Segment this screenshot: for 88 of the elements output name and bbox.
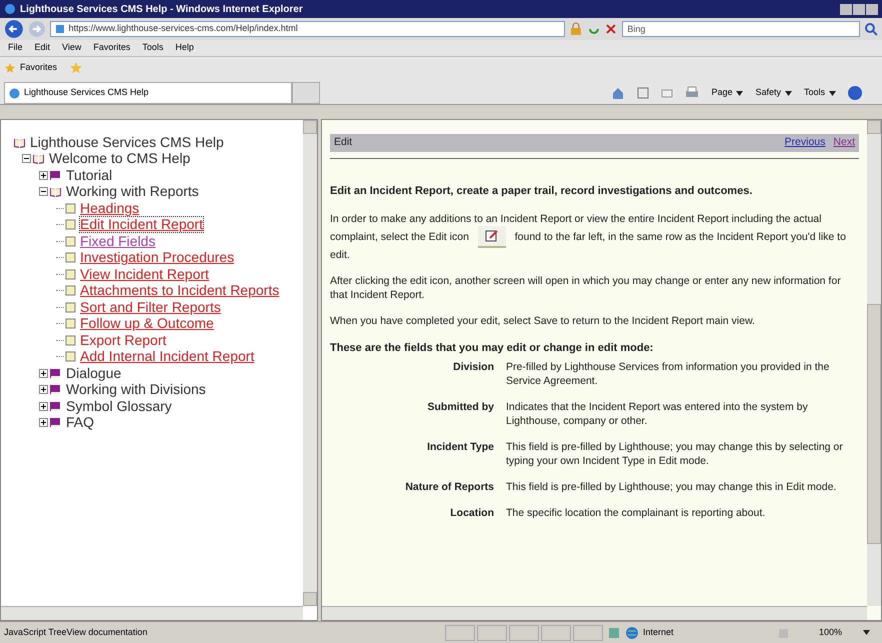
field-description: This field is pre-filled by Lighthouse; you may change this by selecting or typing your own Incident Type in Edit mode. [506, 440, 844, 468]
menu-item[interactable]: File [8, 41, 23, 55]
dropdown-icon[interactable] [829, 90, 836, 96]
command-menu[interactable]: Page [711, 86, 732, 100]
menu-item[interactable]: View [62, 41, 82, 55]
book-icon [49, 170, 62, 181]
tree-link[interactable]: Attachments to Incident Reports [80, 283, 280, 298]
status-pane [541, 624, 571, 640]
dropdown-icon[interactable] [784, 90, 792, 96]
address-field[interactable]: https://www.lighthouse-services-cms.com/Help/index.html [50, 21, 565, 37]
status-text: JavaScript TreeView documentation [4, 626, 148, 639]
field-label: Division [452, 360, 494, 375]
close-icon[interactable] [604, 22, 618, 36]
search-icon[interactable] [864, 22, 878, 36]
maximize-button[interactable] [853, 4, 865, 14]
menu-item[interactable]: Edit [34, 41, 50, 55]
tree-link[interactable]: Add Internal Incident Report [80, 349, 254, 364]
field-label: Nature of Reports [404, 480, 494, 494]
command-menu[interactable]: Safety [755, 86, 781, 100]
field-label: Submitted by [426, 400, 494, 415]
tree-link[interactable]: Sort and Filter Reports [80, 300, 221, 315]
printer-icon[interactable] [685, 86, 700, 100]
feed-icon[interactable] [637, 87, 650, 99]
tree-link[interactable]: Edit Incident Report [80, 217, 203, 232]
horizontal-scrollbar[interactable] [1, 606, 303, 620]
tree-link[interactable]: Headings [80, 200, 140, 216]
status-pane [509, 624, 539, 640]
lock-icon[interactable] [568, 22, 583, 36]
open-book-icon [49, 186, 62, 198]
tree-link[interactable]: Investigation Procedures [80, 250, 234, 266]
tree-item[interactable]: Symbol Glossary [66, 396, 172, 417]
field-label: Location [449, 506, 494, 520]
status-pane [445, 624, 475, 640]
command-menu[interactable]: Tools [804, 86, 825, 100]
favorites-button[interactable]: Favorites [20, 61, 58, 75]
vertical-scrollbar[interactable] [867, 120, 881, 606]
home-icon[interactable] [611, 86, 626, 100]
field-description: Pre-filled by Lighthouse Services from information you provided in the Service Agreement. [506, 360, 830, 388]
expand-icon[interactable] [39, 170, 48, 180]
page-header-title: Edit [334, 135, 352, 150]
tree-link[interactable]: View Incident Report [80, 266, 209, 282]
status-pane [477, 624, 507, 640]
tree-link[interactable]: Export Report [80, 332, 166, 348]
status-pane [573, 624, 603, 640]
book-icon [49, 368, 62, 379]
edit-icon[interactable] [478, 226, 506, 248]
menu-item[interactable]: Favorites [93, 41, 130, 55]
intro-paragraph: In order to make any additions to an Incident Report or view the entire Incident Report including the actual complaint, select the Edit icon found to the far left, in the same row as the Incident Report you'd like to edit. [330, 212, 847, 262]
zoom-button[interactable]: 100% [819, 626, 859, 640]
collapse-icon[interactable] [22, 154, 31, 164]
nav-link[interactable]: Previous [784, 135, 826, 151]
tree-link[interactable]: Follow up & Outcome [80, 316, 214, 332]
book-icon [49, 384, 62, 396]
field-description: Indicates that the Incident Report was entered into the system by Lighthouse, company or other. [506, 400, 809, 428]
field-description: The specific location the complainant is reporting about. [506, 506, 766, 520]
nav-link[interactable]: Next [833, 135, 855, 151]
menu-item[interactable]: Help [175, 41, 194, 55]
tree-link[interactable]: Fixed Fields [80, 234, 156, 249]
tree-item[interactable]: Dialogue [66, 362, 122, 384]
vertical-scrollbar[interactable] [303, 120, 317, 606]
book-icon [49, 400, 62, 412]
close-button[interactable] [866, 4, 878, 14]
expand-icon[interactable] [39, 385, 48, 394]
globe-icon [625, 626, 639, 640]
collapse-icon[interactable] [39, 187, 48, 196]
address-text: https://www.lighthouse-services-cms.com/Help/index.html [68, 22, 298, 36]
minimize-button[interactable] [840, 4, 852, 14]
back-button[interactable] [4, 19, 24, 39]
page-heading: Edit an Incident Report, create a paper trail, record investigations and outcomes. [330, 184, 754, 199]
open-book-icon [32, 153, 45, 164]
menu-item[interactable]: Tools [142, 41, 164, 55]
window-title: Lighthouse Services CMS Help - Windows Internet Explorer [20, 2, 303, 16]
field-description: This field is pre-filled by Lighthouse; you may change this in Edit mode. [506, 480, 838, 494]
zone-text: Internet [643, 626, 675, 639]
browser-tab[interactable]: Lighthouse Services CMS Help [4, 82, 292, 104]
body-paragraph: After clicking the edit icon, another screen will open in which you may change or enter any new information for that Incident Report. [330, 274, 842, 302]
horizontal-scrollbar[interactable] [322, 606, 867, 620]
field-label: Incident Type [426, 440, 494, 455]
dropdown-icon[interactable] [736, 90, 744, 96]
fields-heading: These are the fields that you may edit or change in edit mode: [330, 340, 654, 356]
star-icon [4, 62, 16, 74]
search-field[interactable]: Bing [622, 21, 860, 37]
book-icon [49, 417, 62, 428]
dropdown-icon[interactable] [863, 630, 870, 635]
expand-icon[interactable] [39, 368, 48, 378]
expand-icon[interactable] [39, 418, 48, 428]
body-paragraph: When you have completed your edit, select Save to return to the Incident Report main view. [330, 314, 756, 328]
expand-icon[interactable] [39, 402, 48, 411]
